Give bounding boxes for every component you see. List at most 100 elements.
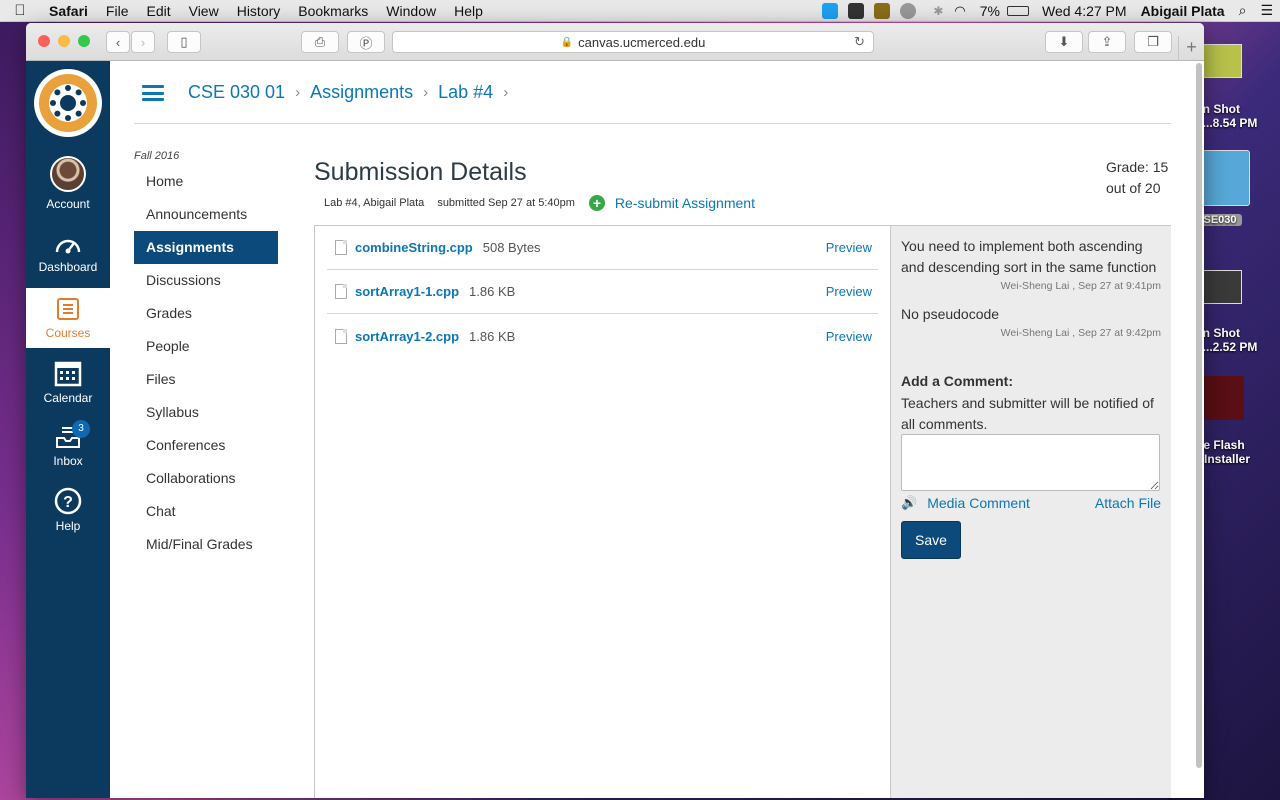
sync-icon[interactable] <box>900 2 917 19</box>
file-size: 508 Bytes <box>482 240 541 255</box>
apple-menu-icon[interactable]:  <box>0 2 40 19</box>
course-nav-assignments[interactable]: Assignments <box>134 231 278 264</box>
save-comment-button[interactable]: Save <box>901 521 961 559</box>
spotlight-search-icon[interactable]: ⌕ <box>1232 2 1254 19</box>
course-nav-discussions[interactable]: Discussions <box>134 264 278 297</box>
header-divider <box>134 123 1171 124</box>
twitter-icon[interactable] <box>822 2 839 19</box>
attach-file-link[interactable]: Attach File <box>1095 495 1161 511</box>
resubmit-assignment-link[interactable]: + Re-submit Assignment <box>588 195 755 211</box>
global-nav-calendar[interactable]: Calendar <box>26 359 110 405</box>
new-tab-button[interactable]: + <box>1178 36 1204 61</box>
desktop-installer-icon[interactable] <box>1204 376 1244 420</box>
downloads-button[interactable]: ⬇ <box>1045 31 1083 53</box>
browser-toolbar: ‹ › ▯ ⎙ Ⓟ 🔒 canvas.ucmerced.edu ↻ ⬇ ⇪ ❐ … <box>26 23 1204 61</box>
desktop-folder-label[interactable]: SE030 <box>1198 214 1242 226</box>
zoom-window-button[interactable] <box>78 35 90 47</box>
media-comment-link[interactable]: 🔊 Media Comment <box>901 495 1030 511</box>
reload-icon[interactable]: ↻ <box>854 34 865 50</box>
inbox-unread-badge: 3 <box>72 420 90 438</box>
comment-text: No pseudocode <box>901 306 1000 322</box>
sidebar-toggle-button[interactable]: ▯ <box>167 31 201 53</box>
minimize-window-button[interactable] <box>58 35 70 47</box>
course-nav-syllabus[interactable]: Syllabus <box>134 396 278 429</box>
safari-window: ‹ › ▯ ⎙ Ⓟ 🔒 canvas.ucmerced.edu ↻ ⬇ ⇪ ❐ … <box>26 23 1204 798</box>
global-nav-inbox[interactable]: 3 Inbox <box>26 420 110 468</box>
desktop-screenshot-thumbnail-2[interactable] <box>1202 270 1242 304</box>
print-button[interactable]: ⎙ <box>301 31 339 53</box>
menu-window[interactable]: Window <box>377 3 445 19</box>
course-term: Fall 2016 <box>134 150 180 162</box>
menu-history[interactable]: History <box>228 3 290 19</box>
wifi-icon[interactable]: ◠ <box>947 3 972 19</box>
course-nav-people[interactable]: People <box>134 330 278 363</box>
tabs-overview-button[interactable]: ❐ <box>1134 31 1172 53</box>
desktop-screenshot-label[interactable]: en Shot 3...8.54 PM <box>1196 102 1280 130</box>
comment-notice: Teachers and submitter will be notified … <box>901 395 1154 432</box>
file-name-link[interactable]: combineString.cpp <box>355 240 473 255</box>
file-preview-link[interactable]: Preview <box>826 240 872 255</box>
notification-center-icon[interactable]: ☰ <box>1253 2 1280 19</box>
battery-icon[interactable] <box>1007 5 1029 16</box>
menubar-clock[interactable]: Wed 4:27 PM <box>1035 3 1134 19</box>
canvas-logo[interactable] <box>34 69 102 137</box>
course-nav-collaborations[interactable]: Collaborations <box>134 462 278 495</box>
global-nav-dashboard-label: Dashboard <box>38 260 98 274</box>
file-icon <box>335 284 347 299</box>
file-name-link[interactable]: sortArray1-1.cpp <box>355 284 459 299</box>
pinterest-button[interactable]: Ⓟ <box>347 31 385 53</box>
canvas-page: Account Dashboard Courses Calendar 3 Inb… <box>26 61 1204 798</box>
menubar-user[interactable]: Abigail Plata <box>1134 3 1232 19</box>
global-nav-inbox-label: Inbox <box>53 454 83 468</box>
breadcrumb-course[interactable]: CSE 030 01 <box>188 82 285 103</box>
global-nav-account[interactable]: Account <box>26 156 110 211</box>
share-button[interactable]: ⇪ <box>1088 31 1126 53</box>
speaker-icon: 🔊 <box>901 495 918 510</box>
menu-bookmarks[interactable]: Bookmarks <box>289 3 377 19</box>
add-comment-heading: Add a Comment: <box>901 373 1013 389</box>
menu-file[interactable]: File <box>97 3 138 19</box>
address-bar[interactable]: 🔒 canvas.ucmerced.edu ↻ <box>392 31 874 53</box>
file-preview-link[interactable]: Preview <box>826 284 872 299</box>
file-preview-link[interactable]: Preview <box>826 329 872 344</box>
evernote-icon[interactable] <box>848 2 865 19</box>
global-nav-help[interactable]: ? Help <box>26 487 110 533</box>
help-question-icon: ? <box>54 487 82 515</box>
global-nav-courses[interactable]: Courses <box>26 288 110 348</box>
course-menu-toggle[interactable] <box>142 85 164 101</box>
menu-app-name[interactable]: Safari <box>40 3 97 19</box>
file-name-link[interactable]: sortArray1-2.cpp <box>355 329 459 344</box>
desktop-installer-label[interactable]: be Flash r Installer <box>1196 438 1280 466</box>
bluetooth-icon[interactable]: ✱ <box>926 3 943 19</box>
global-nav-help-label: Help <box>55 519 81 533</box>
course-nav-home[interactable]: Home <box>134 165 278 198</box>
menu-help[interactable]: Help <box>445 3 492 19</box>
pinterest-icon: Ⓟ <box>359 35 373 51</box>
menu-view[interactable]: View <box>180 3 228 19</box>
battery-percent[interactable]: 7% <box>973 3 1007 19</box>
forward-button[interactable]: › <box>131 31 155 53</box>
course-nav-files[interactable]: Files <box>134 363 278 396</box>
file-icon <box>335 328 347 344</box>
course-nav-conferences[interactable]: Conferences <box>134 429 278 462</box>
course-nav-chat[interactable]: Chat <box>134 495 278 528</box>
file-size: 1.86 KB <box>469 284 516 299</box>
desktop-folder-icon[interactable] <box>1202 150 1250 206</box>
file-row: sortArray1-2.cpp 1.86 KB Preview <box>327 314 878 358</box>
close-window-button[interactable] <box>38 35 50 47</box>
desktop-screenshot-label-2[interactable]: en Shot 9...2.52 PM <box>1196 326 1280 354</box>
chevron-right-icon: › <box>140 34 146 50</box>
course-nav-mid-final-grades[interactable]: Mid/Final Grades <box>134 528 278 561</box>
breadcrumb-lab[interactable]: Lab #4 <box>438 82 493 103</box>
submission-meta: Lab #4, Abigail Plata submitted Sep 27 a… <box>324 195 755 211</box>
global-nav-dashboard[interactable]: Dashboard <box>26 232 110 274</box>
page-scrollbar[interactable] <box>1196 63 1202 768</box>
desktop-screenshot-thumbnail[interactable] <box>1202 44 1242 78</box>
shield-icon[interactable] <box>874 2 891 19</box>
comment-textarea[interactable] <box>901 434 1160 491</box>
back-button[interactable]: ‹ <box>106 31 130 53</box>
breadcrumb-assignments[interactable]: Assignments <box>310 82 413 103</box>
course-nav-announcements[interactable]: Announcements <box>134 198 278 231</box>
course-nav-grades[interactable]: Grades <box>134 297 278 330</box>
menu-edit[interactable]: Edit <box>137 3 179 19</box>
